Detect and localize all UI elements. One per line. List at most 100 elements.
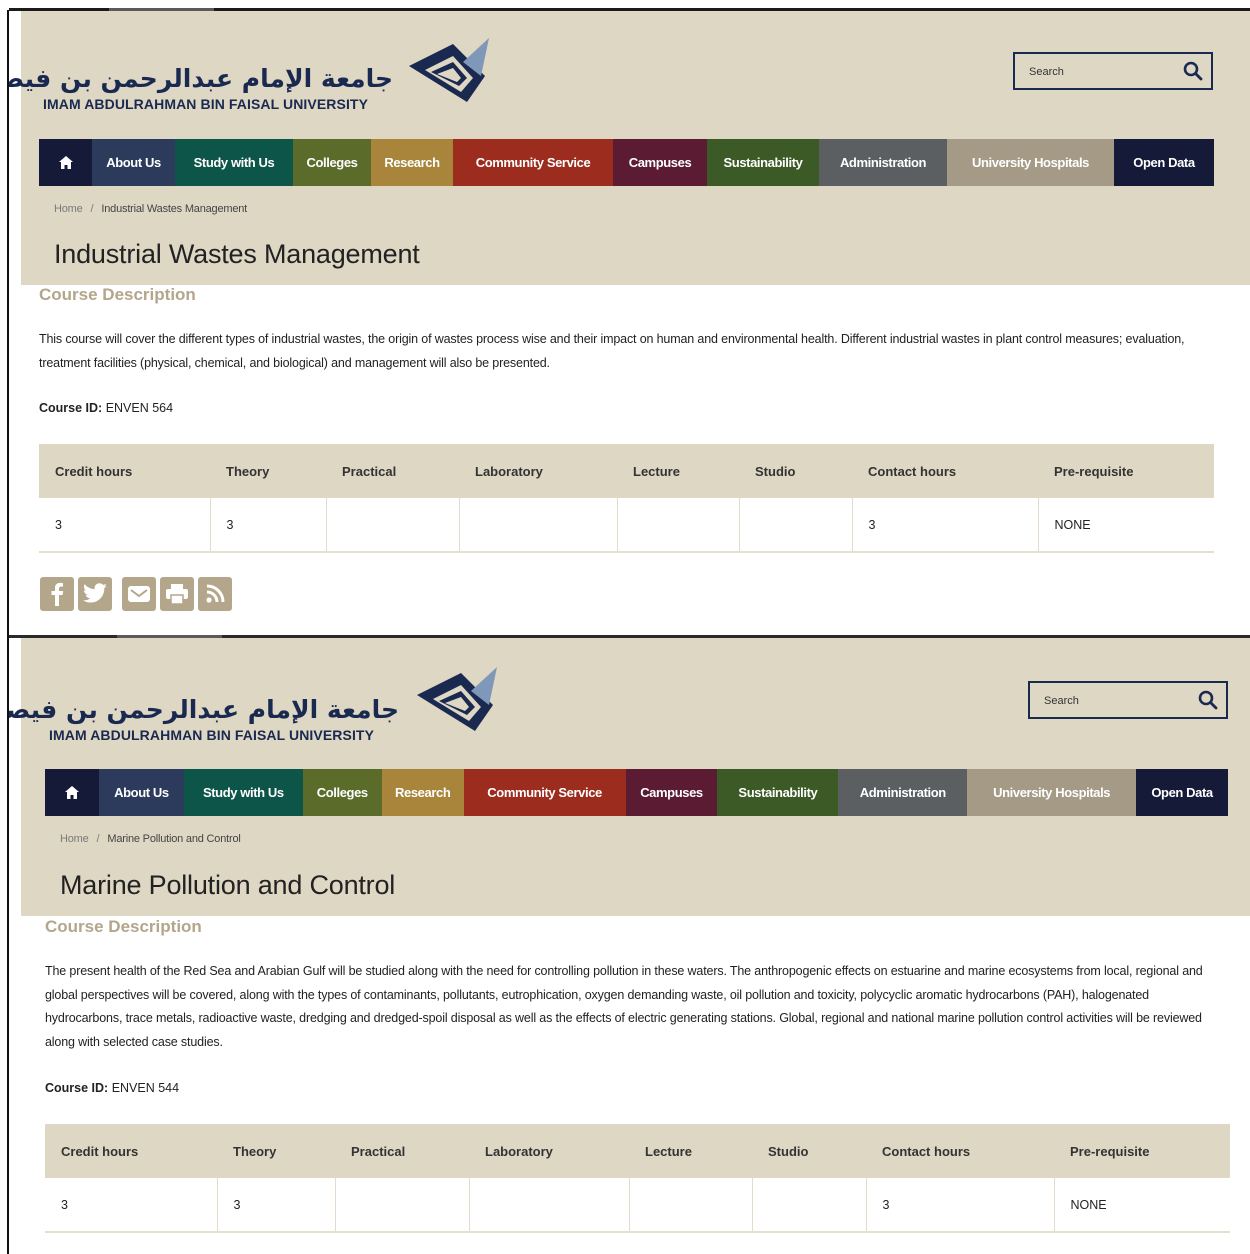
main-nav: About Us Study with Us Colleges Research… [39, 139, 1214, 186]
course-id-value: ENVEN 544 [111, 1081, 180, 1095]
header-laboratory: Laboratory [459, 444, 617, 498]
nav-colleges[interactable]: Colleges [293, 139, 371, 186]
nav-colleges[interactable]: Colleges [302, 769, 382, 816]
nav-administration[interactable]: Administration [838, 769, 968, 816]
breadcrumb-home-link[interactable]: Home [60, 833, 89, 845]
nav-about-us[interactable]: About Us [92, 139, 175, 186]
table-header-row: Credit hours Theory Practical Laboratory… [39, 444, 1214, 498]
twitter-share-button[interactable] [78, 577, 112, 611]
facebook-share-button[interactable] [40, 577, 74, 611]
cell-laboratory [459, 498, 618, 553]
page-title: Marine Pollution and Control [60, 870, 396, 900]
course-hours-table: Credit hours Theory Practical Laboratory… [45, 1124, 1230, 1233]
nav-sustainability[interactable]: Sustainability [717, 769, 839, 816]
nav-about-us[interactable]: About Us [98, 769, 184, 816]
email-icon [128, 586, 150, 602]
nav-community-service[interactable]: Community Service [453, 139, 613, 186]
header-laboratory: Laboratory [469, 1124, 629, 1178]
header-lecture: Lecture [617, 444, 739, 498]
cell-studio [739, 498, 853, 553]
university-name-english: IMAM ABDULRAHMAN BIN FAISAL UNIVERSITY [49, 727, 375, 743]
header-theory: Theory [217, 1124, 335, 1178]
nav-home[interactable] [45, 769, 99, 816]
search-input[interactable] [1027, 62, 1181, 82]
main-nav: About Us Study with Us Colleges Research… [45, 769, 1228, 816]
home-icon [58, 156, 73, 169]
nav-university-hospitals[interactable]: University Hospitals [967, 769, 1137, 816]
search-input[interactable] [1042, 691, 1196, 711]
cell-theory: 3 [217, 1178, 336, 1233]
table-row: 3 3 3 NONE [45, 1178, 1230, 1233]
university-name-arabic: جامعة الإمام عبدالرحمن بن فيصل [9, 64, 393, 93]
breadcrumb: Home / Industrial Wastes Management [54, 203, 247, 215]
nav-study-with-us[interactable]: Study with Us [175, 139, 293, 186]
table-header-row: Credit hours Theory Practical Laboratory… [45, 1124, 1230, 1178]
course-description: This course will cover the different typ… [39, 332, 1185, 370]
course-id-label: Course ID: [45, 1081, 109, 1095]
cell-practical [335, 1178, 470, 1233]
nav-research[interactable]: Research [381, 769, 464, 816]
search-box[interactable] [1013, 52, 1213, 90]
print-icon [166, 584, 188, 605]
cell-lecture [629, 1178, 753, 1233]
cell-credit-hours: 3 [39, 498, 211, 553]
social-share-bar [40, 577, 232, 611]
header-theory: Theory [210, 444, 326, 498]
nav-research[interactable]: Research [371, 139, 453, 186]
university-name-arabic: جامعة الإمام عبدالرحمن بن فيصل [9, 695, 399, 724]
nav-open-data[interactable]: Open Data [1136, 769, 1228, 816]
section-heading: Course Description [45, 917, 202, 936]
header-pre-requisite: Pre-requisite [1054, 1124, 1230, 1178]
cell-studio [752, 1178, 867, 1233]
nav-home[interactable] [39, 139, 92, 186]
cell-credit-hours: 3 [45, 1178, 218, 1233]
facebook-icon [51, 582, 64, 606]
breadcrumb-home-link[interactable]: Home [54, 203, 83, 215]
section-heading: Course Description [39, 285, 196, 304]
breadcrumb: Home / Marine Pollution and Control [60, 833, 241, 845]
breadcrumb-separator: / [90, 203, 94, 215]
cell-pre-requisite: NONE [1038, 498, 1214, 553]
nav-open-data[interactable]: Open Data [1114, 139, 1214, 186]
screenshot-panel-1: جامعة الإمام عبدالرحمن بن فيصل IMAM ABDU… [9, 8, 1250, 635]
cell-practical [326, 498, 460, 553]
course-id-label: Course ID: [39, 401, 103, 415]
cell-theory: 3 [210, 498, 327, 553]
header-credit-hours: Credit hours [45, 1124, 217, 1178]
nav-community-service[interactable]: Community Service [463, 769, 626, 816]
search-box[interactable] [1028, 681, 1228, 719]
screenshot-panel-2: جامعة الإمام عبدالرحمن بن فيصل IMAM ABDU… [9, 635, 1250, 1254]
header-lecture: Lecture [629, 1124, 752, 1178]
nav-administration[interactable]: Administration [819, 139, 947, 186]
search-icon[interactable] [1183, 61, 1203, 81]
university-logo-icon[interactable] [415, 665, 501, 737]
header-practical: Practical [326, 444, 459, 498]
rss-icon [206, 584, 225, 603]
print-button[interactable] [160, 577, 194, 611]
nav-sustainability[interactable]: Sustainability [707, 139, 819, 186]
cell-laboratory [469, 1178, 630, 1233]
search-icon[interactable] [1198, 690, 1218, 710]
twitter-icon [82, 583, 107, 603]
header-studio: Studio [752, 1124, 866, 1178]
cell-lecture [617, 498, 740, 553]
nav-university-hospitals[interactable]: University Hospitals [947, 139, 1114, 186]
table-row: 3 3 3 NONE [39, 498, 1214, 553]
header-credit-hours: Credit hours [39, 444, 210, 498]
email-share-button[interactable] [122, 577, 156, 611]
cell-contact-hours: 3 [852, 498, 1039, 553]
nav-campuses[interactable]: Campuses [625, 769, 718, 816]
cell-pre-requisite: NONE [1054, 1178, 1230, 1233]
page-title: Industrial Wastes Management [54, 239, 420, 269]
breadcrumb-current: Industrial Wastes Management [101, 203, 248, 215]
header-studio: Studio [739, 444, 852, 498]
nav-campuses[interactable]: Campuses [613, 139, 707, 186]
course-id-value: ENVEN 564 [105, 401, 174, 415]
course-description: The present health of the Red Sea and Ar… [45, 964, 1203, 1049]
university-logo-icon[interactable] [407, 36, 493, 108]
rss-button[interactable] [198, 577, 232, 611]
course-id: Course ID: ENVEN 544 [45, 1081, 179, 1095]
header-contact-hours: Contact hours [866, 1124, 1054, 1178]
header-pre-requisite: Pre-requisite [1038, 444, 1214, 498]
nav-study-with-us[interactable]: Study with Us [183, 769, 303, 816]
